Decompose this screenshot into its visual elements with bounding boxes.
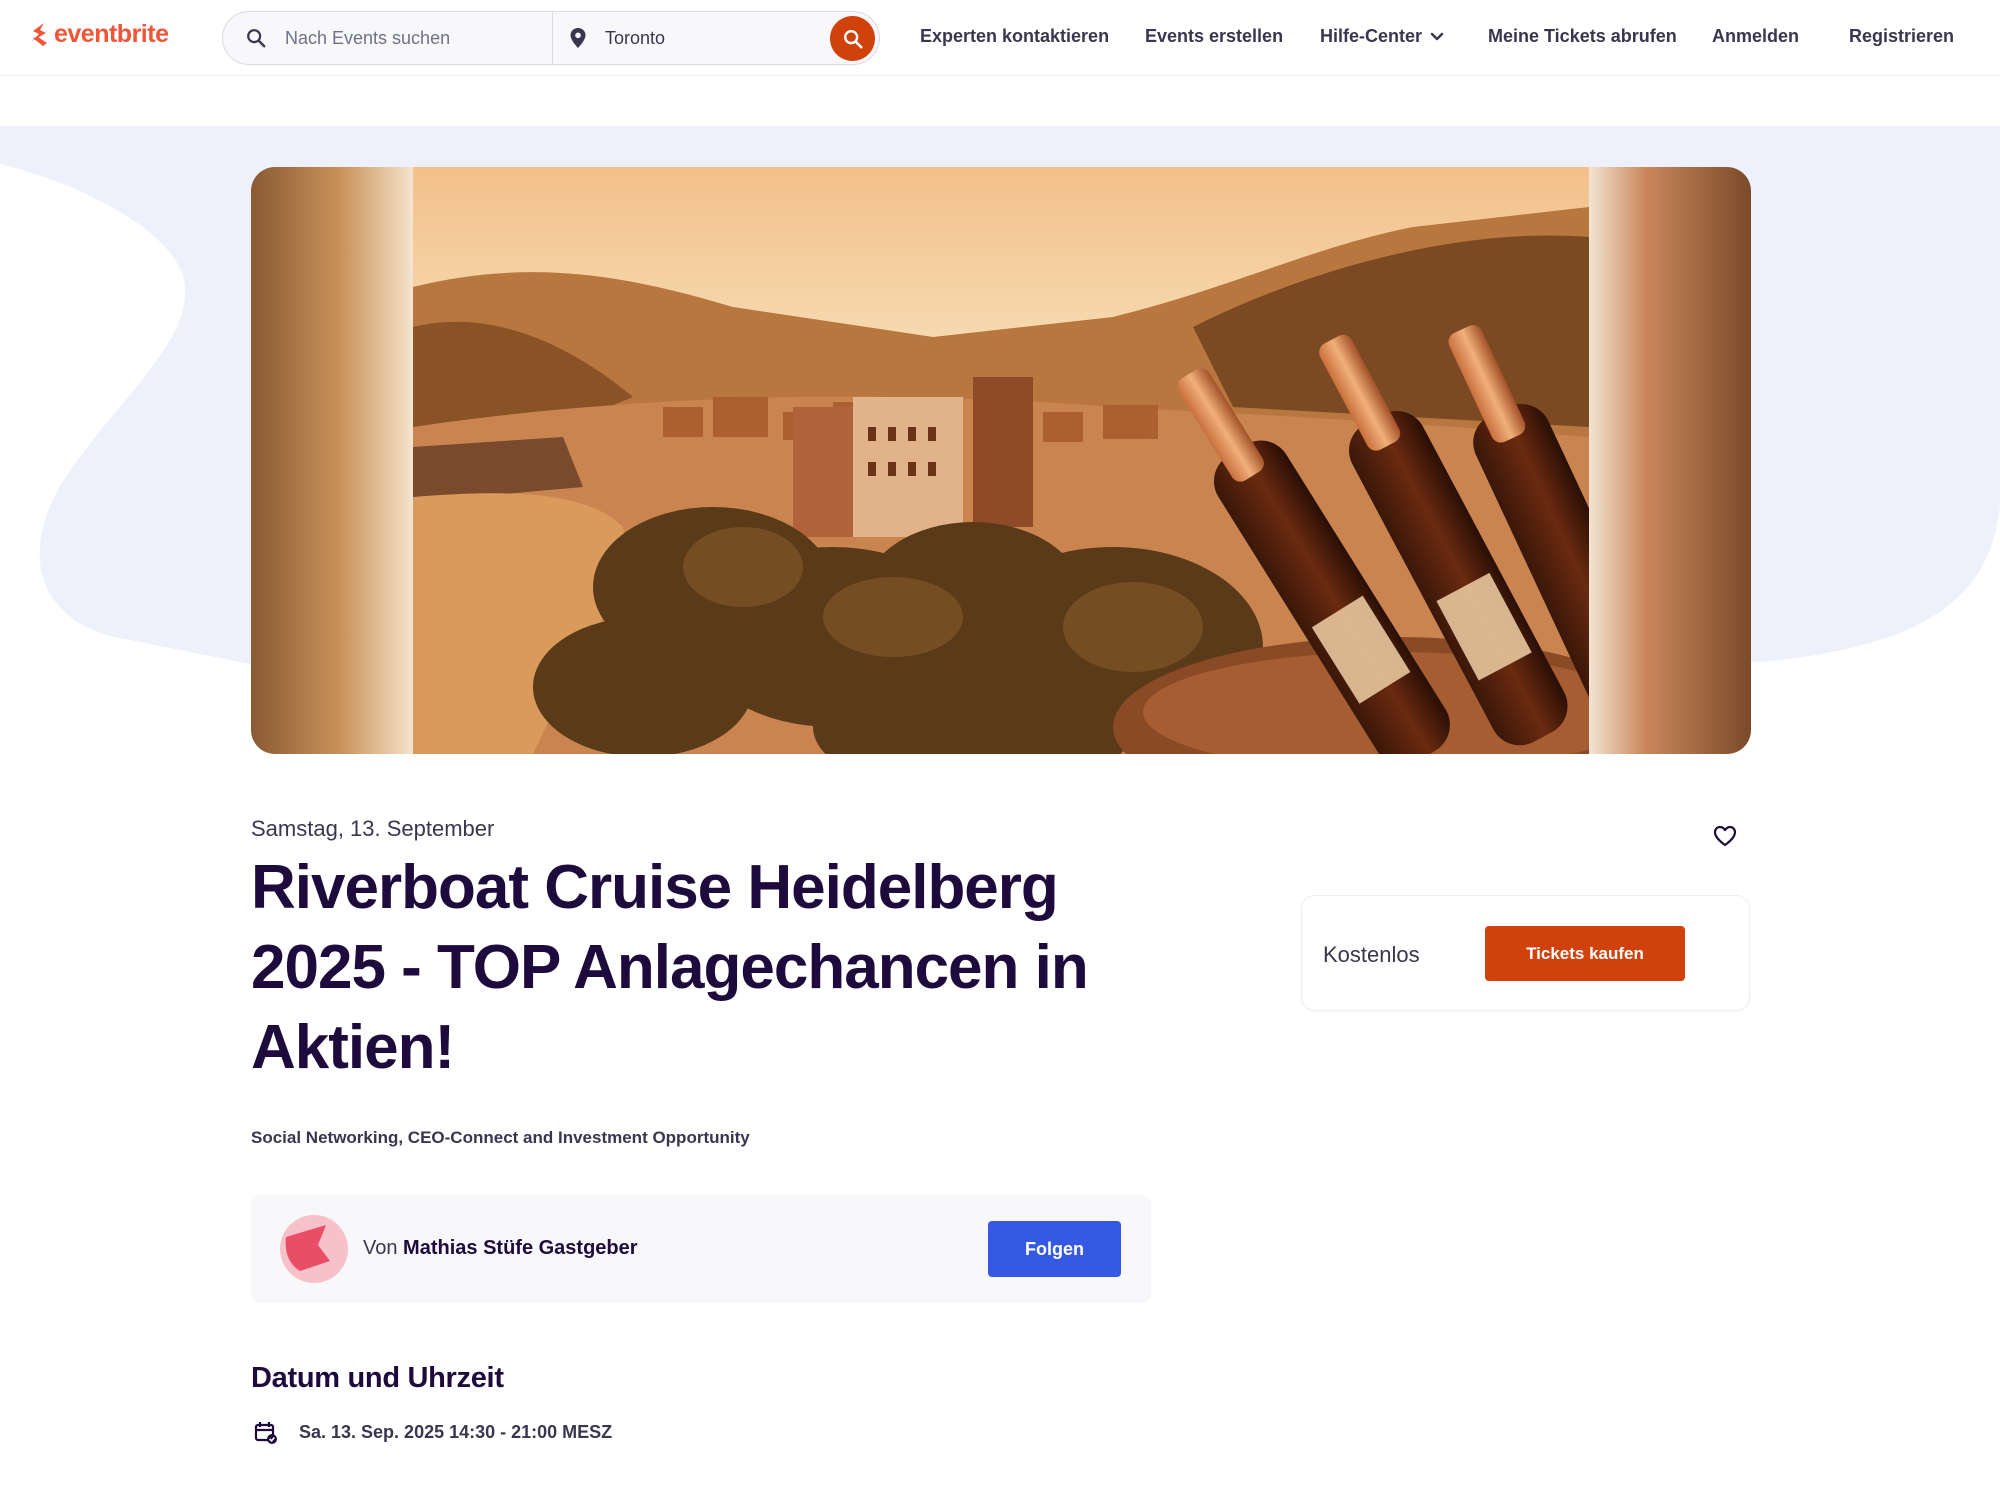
nav-register[interactable]: Registrieren — [1849, 26, 1954, 47]
eventbrite-logo[interactable]: eventbrite — [30, 20, 169, 49]
ticket-price: Kostenlos — [1323, 942, 1420, 967]
chevron-down-icon — [1430, 32, 1444, 40]
buy-tickets-button[interactable]: Tickets kaufen — [1485, 926, 1685, 981]
hero-photo — [413, 167, 1589, 754]
like-button[interactable] — [1709, 822, 1741, 850]
logo-text: eventbrite — [54, 20, 169, 48]
help-center-label: Hilfe-Center — [1320, 26, 1423, 46]
organizer-card: Von Mathias Stüfe Gastgeber Folgen — [251, 1195, 1151, 1303]
follow-button[interactable]: Folgen — [988, 1221, 1121, 1277]
search-submit-button[interactable] — [830, 16, 875, 61]
event-summary: Social Networking, CEO-Connect and Inves… — [251, 1128, 750, 1147]
date-time-heading: Datum und Uhrzeit — [251, 1362, 504, 1394]
event-date-short: Samstag, 13. September — [251, 816, 495, 841]
nav-contact-experts[interactable]: Experten kontaktieren — [920, 26, 1109, 47]
nav-help-center[interactable]: Hilfe-Center — [1320, 26, 1444, 47]
nav-create-events[interactable]: Events erstellen — [1145, 26, 1283, 47]
search-icon — [247, 29, 266, 48]
calendar-check-icon — [254, 1422, 277, 1444]
date-time-row: Sa. 13. Sep. 2025 14:30 - 21:00 MESZ — [251, 1418, 612, 1446]
event-datetime: Sa. 13. Sep. 2025 14:30 - 21:00 MESZ — [299, 1421, 613, 1442]
organizer-byline: Von Mathias Stüfe Gastgeber — [363, 1237, 638, 1260]
event-search-field[interactable]: Nach Events suchen — [223, 12, 553, 64]
organizer-avatar[interactable] — [280, 1215, 348, 1283]
avatar-shape-icon — [285, 1225, 330, 1271]
ticket-panel: Kostenlos Tickets kaufen — [1301, 895, 1750, 1011]
location-pin-icon — [570, 28, 586, 48]
heart-icon — [1713, 825, 1737, 847]
heidelberg-champagne-illustration — [413, 167, 1589, 754]
top-header: eventbrite Nach Events suchen Toronto Ex… — [0, 0, 2000, 76]
nav-login[interactable]: Anmelden — [1712, 26, 1799, 47]
event-title: Riverboat Cruise Heidelberg 2025 - TOP A… — [251, 853, 1089, 1082]
search-input[interactable]: Nach Events suchen — [285, 28, 450, 49]
organizer-name[interactable]: Mathias Stüfe Gastgeber — [403, 1237, 638, 1259]
search-submit-icon — [843, 29, 863, 49]
location-input[interactable]: Toronto — [605, 28, 665, 49]
event-hero-image — [251, 167, 1751, 754]
search-bar: Nach Events suchen Toronto — [222, 11, 880, 65]
eventbrite-logo-mark-icon — [32, 22, 47, 46]
organizer-prefix: Von — [363, 1237, 398, 1259]
nav-my-tickets[interactable]: Meine Tickets abrufen — [1488, 26, 1677, 47]
